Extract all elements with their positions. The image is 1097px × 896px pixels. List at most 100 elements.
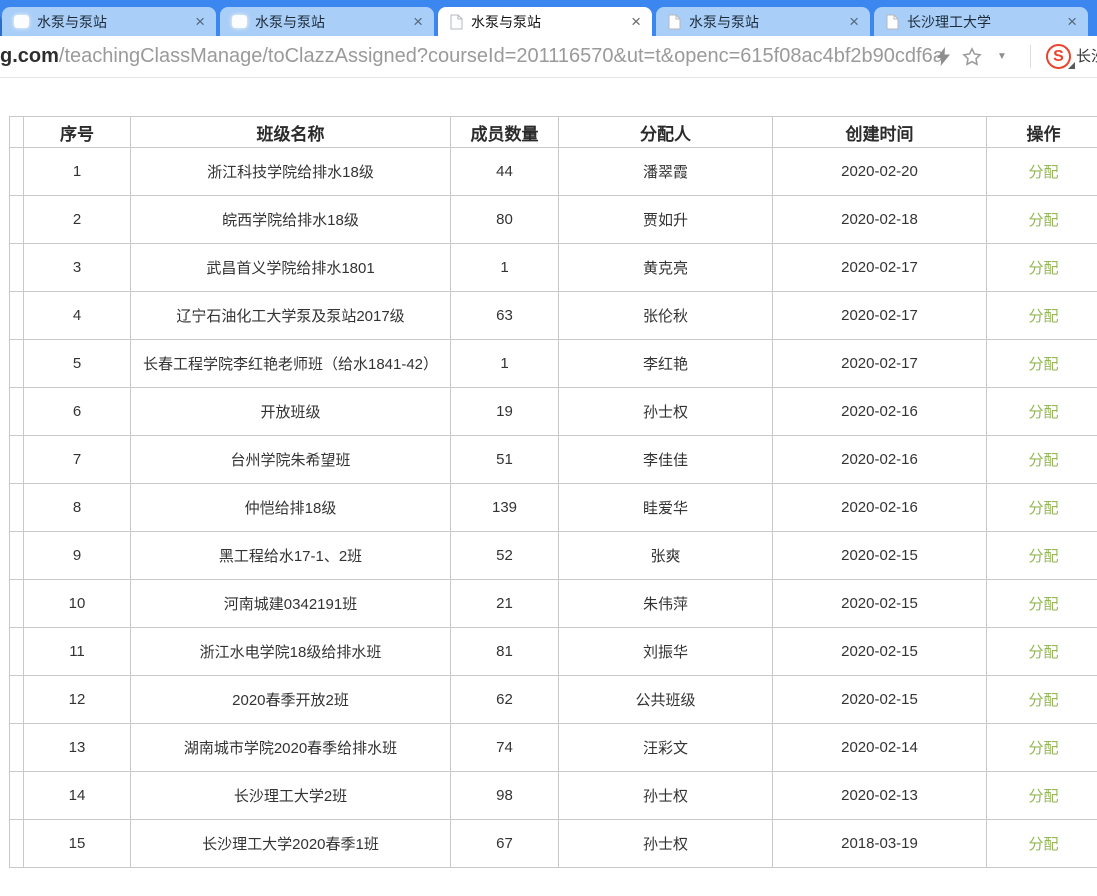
assign-link[interactable]: 分配 [1028, 452, 1058, 469]
assign-link[interactable]: 分配 [1028, 356, 1058, 373]
table-row: 2 皖西学院给排水18级 80 贾如升 2020-02-18 分配 [10, 196, 1097, 244]
cell-member-count: 63 [451, 292, 559, 340]
cell-empty [10, 484, 24, 532]
header-cell-class-name: 班级名称 [131, 117, 451, 148]
cell-operation: 分配 [987, 724, 1097, 772]
assign-link[interactable]: 分配 [1028, 788, 1058, 805]
cell-operation: 分配 [987, 628, 1097, 676]
tab-close-icon[interactable]: × [1065, 13, 1079, 30]
sogou-extension-icon[interactable]: S [1046, 44, 1071, 69]
cell-member-count: 139 [451, 484, 559, 532]
table-row: 10 河南城建0342191班 21 朱伟萍 2020-02-15 分配 [10, 580, 1097, 628]
bookmark-dropdown-caret-icon[interactable]: ▼ [997, 36, 1007, 77]
cell-empty [10, 340, 24, 388]
assign-link[interactable]: 分配 [1028, 596, 1058, 613]
address-bar[interactable]: g.com/teachingClassManage/toClazzAssigne… [0, 36, 1097, 77]
bookmark-star-icon[interactable] [961, 36, 983, 77]
toolbar-bottom-separator [0, 77, 1097, 78]
cell-empty [10, 292, 24, 340]
header-cell-member-count: 成员数量 [451, 117, 559, 148]
cell-member-count: 51 [451, 436, 559, 484]
cell-class-name: 仲恺给排18级 [131, 484, 451, 532]
assign-link[interactable]: 分配 [1028, 164, 1058, 181]
lightning-speed-mode-icon[interactable] [936, 36, 951, 77]
assign-link[interactable]: 分配 [1028, 500, 1058, 517]
cell-class-name: 浙江水电学院18级给排水班 [131, 628, 451, 676]
cell-index: 6 [24, 388, 131, 436]
cell-empty [10, 772, 24, 820]
cell-create-time: 2020-02-16 [773, 388, 987, 436]
tab-title: 水泵与泵站 [37, 12, 193, 32]
cell-operation: 分配 [987, 340, 1097, 388]
logo-letter: S [1053, 48, 1064, 65]
header-cell-assigner: 分配人 [559, 117, 773, 148]
cell-class-name: 长春工程学院李红艳老师班（给水1841-42） [131, 340, 451, 388]
table-row: 13 湖南城市学院2020春季给排水班 74 汪彩文 2020-02-14 分配 [10, 724, 1097, 772]
assign-link[interactable]: 分配 [1028, 644, 1058, 661]
cell-create-time: 2020-02-13 [773, 772, 987, 820]
assign-link[interactable]: 分配 [1028, 212, 1058, 229]
extension-badge-icon [1068, 62, 1075, 69]
assign-link[interactable]: 分配 [1028, 692, 1058, 709]
cell-class-name: 台州学院朱希望班 [131, 436, 451, 484]
cell-assigner: 朱伟萍 [559, 580, 773, 628]
cell-empty [10, 580, 24, 628]
assign-link[interactable]: 分配 [1028, 548, 1058, 565]
cell-create-time: 2020-02-16 [773, 436, 987, 484]
cell-assigner: 贾如升 [559, 196, 773, 244]
tab-title: 长沙理工大学 [907, 12, 1065, 32]
assign-link[interactable]: 分配 [1028, 404, 1058, 421]
table-row: 6 开放班级 19 孙士权 2020-02-16 分配 [10, 388, 1097, 436]
table-row: 9 黑工程给水17-1、2班 52 张爽 2020-02-15 分配 [10, 532, 1097, 580]
cell-empty [10, 436, 24, 484]
header-cell-empty [10, 117, 24, 148]
cell-member-count: 1 [451, 340, 559, 388]
cell-empty [10, 388, 24, 436]
cell-assigner: 李佳佳 [559, 436, 773, 484]
cell-empty [10, 532, 24, 580]
cell-assigner: 孙士权 [559, 772, 773, 820]
cell-operation: 分配 [987, 676, 1097, 724]
url-text[interactable]: g.com/teachingClassManage/toClazzAssigne… [0, 36, 944, 77]
browser-tab-5[interactable]: 长沙理工大学 × [874, 7, 1088, 36]
browser-tab-4[interactable]: 水泵与泵站 × [656, 7, 870, 36]
cell-empty [10, 676, 24, 724]
table-row: 4 辽宁石油化工大学泵及泵站2017级 63 张伦秋 2020-02-17 分配 [10, 292, 1097, 340]
class-assignment-table-wrap: 序号 班级名称 成员数量 分配人 创建时间 操作 1 浙江科技学院给排水18级 … [9, 116, 1097, 868]
assign-link[interactable]: 分配 [1028, 308, 1058, 325]
cell-create-time: 2020-02-16 [773, 484, 987, 532]
tab-close-icon[interactable]: × [629, 13, 643, 30]
cell-assigner: 刘振华 [559, 628, 773, 676]
cell-operation: 分配 [987, 148, 1097, 196]
cell-create-time: 2018-03-19 [773, 820, 987, 868]
site-favicon-board-icon [14, 15, 29, 28]
extension-label: 长沙 [1076, 36, 1097, 77]
assign-link[interactable]: 分配 [1028, 260, 1058, 277]
cell-operation: 分配 [987, 532, 1097, 580]
cell-assigner: 公共班级 [559, 676, 773, 724]
cell-create-time: 2020-02-17 [773, 340, 987, 388]
tab-close-icon[interactable]: × [847, 13, 861, 30]
cell-class-name: 开放班级 [131, 388, 451, 436]
table-row: 7 台州学院朱希望班 51 李佳佳 2020-02-16 分配 [10, 436, 1097, 484]
cell-assigner: 汪彩文 [559, 724, 773, 772]
cell-class-name: 湖南城市学院2020春季给排水班 [131, 724, 451, 772]
cell-empty [10, 724, 24, 772]
tab-title: 水泵与泵站 [471, 12, 629, 32]
cell-operation: 分配 [987, 580, 1097, 628]
tab-close-icon[interactable]: × [411, 13, 425, 30]
browser-tab-2[interactable]: 水泵与泵站 × [220, 7, 434, 36]
assign-link[interactable]: 分配 [1028, 740, 1058, 757]
cell-member-count: 80 [451, 196, 559, 244]
browser-tab-3-active[interactable]: 水泵与泵站 × [438, 7, 652, 36]
cell-empty [10, 628, 24, 676]
cell-member-count: 44 [451, 148, 559, 196]
assign-link[interactable]: 分配 [1028, 836, 1058, 853]
cell-operation: 分配 [987, 772, 1097, 820]
tab-close-icon[interactable]: × [193, 13, 207, 30]
cell-assigner: 黄克亮 [559, 244, 773, 292]
cell-assigner: 张爽 [559, 532, 773, 580]
browser-tab-1[interactable]: 水泵与泵站 × [2, 7, 216, 36]
cell-class-name: 浙江科技学院给排水18级 [131, 148, 451, 196]
cell-member-count: 19 [451, 388, 559, 436]
